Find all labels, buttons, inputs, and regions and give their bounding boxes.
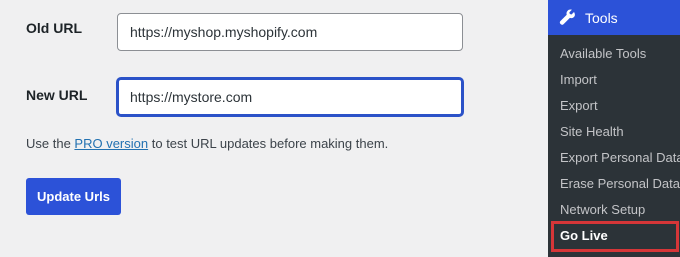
submenu-item-available-tools[interactable]: Available Tools [548, 41, 680, 67]
admin-sidebar: Tools Available Tools Import Export Site… [548, 0, 680, 257]
menu-tools-label: Tools [585, 9, 618, 26]
submenu-item-export[interactable]: Export [548, 93, 680, 119]
help-text: Use the PRO version to test URL updates … [26, 136, 388, 151]
submenu-item-go-live[interactable]: Go Live [548, 223, 680, 249]
old-url-label: Old URL [26, 20, 82, 36]
wrench-icon [559, 9, 575, 25]
submenu-item-import[interactable]: Import [548, 67, 680, 93]
new-url-input[interactable] [117, 78, 463, 116]
new-url-label: New URL [26, 87, 88, 103]
tools-submenu: Available Tools Import Export Site Healt… [548, 35, 680, 257]
pro-version-link[interactable]: PRO version [74, 136, 148, 151]
menu-tools[interactable]: Tools [548, 0, 680, 35]
submenu-item-network-setup[interactable]: Network Setup [548, 197, 680, 223]
submenu-item-erase-personal-data[interactable]: Erase Personal Data [548, 171, 680, 197]
help-text-before: Use the [26, 136, 75, 151]
help-text-after: to test URL updates before making them. [148, 136, 389, 151]
submenu-item-site-health[interactable]: Site Health [548, 119, 680, 145]
old-url-input[interactable] [117, 13, 463, 51]
main-content: Old URL New URL Use the PRO version to t… [0, 0, 548, 257]
submenu-item-export-personal-data[interactable]: Export Personal Data [548, 145, 680, 171]
update-urls-button[interactable]: Update Urls [26, 178, 121, 215]
